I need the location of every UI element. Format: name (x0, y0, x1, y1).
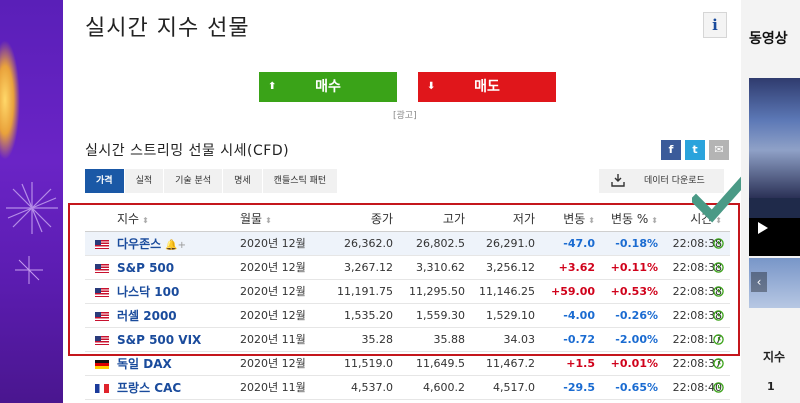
close-value: 35.28 (361, 333, 394, 346)
change-pct-value: +0.53% (610, 285, 658, 298)
clock-icon (713, 376, 727, 400)
futures-table: 지수 ⬍ 월물 ⬍ 종가 고가 저가 변동 ⬍ 변동 % ⬍ 시간 ⬍ 다우존스 🔔+ 20… (85, 207, 730, 400)
video-thumbnail[interactable] (749, 78, 800, 256)
instrument-name[interactable]: 프랑스 CAC (117, 376, 237, 400)
close-value: 26,362.0 (344, 237, 393, 250)
table-row[interactable]: 러셀 2000 2020년 12월 1,535.20 1,559.30 1,52… (85, 304, 730, 328)
contract-month: 2020년 12월 (240, 357, 306, 370)
tab-price[interactable]: 가격 (85, 169, 124, 193)
instrument-name[interactable]: S&P 500 (117, 256, 237, 280)
tab-specs[interactable]: 명세 (223, 169, 262, 193)
change-pct-value: -0.26% (615, 309, 658, 322)
download-icon (611, 174, 625, 187)
tab-bar: 가격 실적 기술 분석 명세 캔들스틱 패턴 (85, 169, 338, 193)
clock-icon (713, 304, 727, 328)
table-header: 지수 ⬍ 월물 ⬍ 종가 고가 저가 변동 ⬍ 변동 % ⬍ 시간 ⬍ (85, 207, 730, 232)
close-value: 1,535.20 (344, 309, 393, 322)
change-pct-value: -0.18% (615, 237, 658, 250)
right-sidebar: 동영상 ‹ 지수 1 (741, 0, 800, 403)
close-value: 4,537.0 (351, 381, 393, 394)
high-value: 1,559.30 (416, 309, 465, 322)
clock-icon (713, 280, 727, 304)
left-ad-banner[interactable] (0, 0, 63, 403)
clock-icon (713, 256, 727, 280)
close-value: 3,267.12 (344, 261, 393, 274)
high-value: 11,295.50 (409, 285, 465, 298)
contract-month: 2020년 12월 (240, 237, 306, 250)
sell-button-label: 매도 (474, 79, 500, 95)
contract-month: 2020년 11월 (240, 381, 306, 394)
change-pct-value: +0.01% (610, 357, 658, 370)
instrument-name[interactable]: 독일 DAX (117, 352, 237, 376)
header-change-pct[interactable]: 변동 % ⬍ (585, 207, 658, 231)
close-value: 11,519.0 (344, 357, 393, 370)
change-pct-value: -2.00% (615, 333, 658, 346)
ad-label: [광고] (393, 111, 417, 121)
header-name[interactable]: 지수 ⬍ (117, 207, 237, 231)
info-button[interactable]: i (703, 12, 727, 38)
instrument-name[interactable]: S&P 500 VIX (117, 328, 237, 352)
facebook-share-button[interactable]: f (661, 140, 681, 160)
clock-icon (713, 232, 727, 256)
us-flag-icon (95, 280, 111, 304)
sparkle-icon (15, 256, 43, 284)
high-value: 4,600.2 (423, 381, 465, 394)
us-flag-icon (95, 328, 111, 352)
video-thumbnail-2[interactable]: ‹ (749, 258, 800, 308)
clock-icon (713, 352, 727, 376)
high-value: 26,802.5 (416, 237, 465, 250)
table-row[interactable]: 독일 DAX 2020년 12월 11,519.0 11,649.5 11,46… (85, 352, 730, 376)
germany-flag-icon (95, 352, 111, 376)
instrument-name[interactable]: 나스닥 100 (117, 280, 237, 304)
contract-month: 2020년 12월 (240, 261, 306, 274)
alert-bell-icon[interactable]: 🔔+ (165, 240, 186, 251)
banner-glow (0, 40, 20, 160)
firework-icon (6, 182, 58, 234)
sidebar-rank: 1 (767, 380, 775, 393)
high-value: 35.88 (433, 333, 466, 346)
table-row[interactable]: 다우존스 🔔+ 2020년 12월 26,362.0 26,802.5 26,29… (85, 232, 730, 256)
tab-technical[interactable]: 기술 분석 (164, 169, 223, 193)
high-value: 11,649.5 (416, 357, 465, 370)
close-value: 11,191.75 (337, 285, 393, 298)
change-pct-value: -0.65% (615, 381, 658, 394)
section-title: 실시간 스트리밍 선물 시세(CFD) (85, 143, 290, 159)
video-section-title: 동영상 (749, 31, 788, 47)
header-close[interactable]: 종가 (323, 207, 393, 231)
tab-candlestick[interactable]: 캔들스틱 패턴 (262, 169, 338, 193)
table-row[interactable]: 나스닥 100 2020년 12월 11,191.75 11,295.50 11… (85, 280, 730, 304)
sell-button[interactable]: ⬇ 매도 (418, 72, 556, 102)
france-flag-icon (95, 376, 111, 400)
sidebar-index-label: 지수 (763, 350, 786, 364)
contract-month: 2020년 12월 (240, 285, 306, 298)
high-value: 3,310.62 (416, 261, 465, 274)
checkmark-icon (692, 174, 748, 223)
instrument-name[interactable]: 다우존스 🔔+ (117, 232, 237, 256)
twitter-share-button[interactable]: t (685, 140, 705, 160)
contract-month: 2020년 11월 (240, 333, 306, 346)
play-icon[interactable] (757, 221, 769, 235)
video-frame (749, 78, 800, 198)
tab-performance[interactable]: 실적 (124, 169, 164, 193)
header-month[interactable]: 월물 ⬍ (240, 207, 320, 231)
table-row[interactable]: S&P 500 VIX 2020년 11월 35.28 35.88 34.03 … (85, 328, 730, 352)
table-row[interactable]: 프랑스 CAC 2020년 11월 4,537.0 4,600.2 4,517.… (85, 376, 730, 400)
header-high[interactable]: 고가 (395, 207, 465, 231)
carousel-prev-icon[interactable]: ‹ (751, 272, 767, 292)
buy-button-label: 매수 (315, 79, 341, 95)
instrument-name[interactable]: 러셀 2000 (117, 304, 237, 328)
change-pct-value: +0.11% (610, 261, 658, 274)
email-share-button[interactable]: ✉ (709, 140, 729, 160)
contract-month: 2020년 12월 (240, 309, 306, 322)
us-flag-icon (95, 304, 111, 328)
table-row[interactable]: S&P 500 2020년 12월 3,267.12 3,310.62 3,25… (85, 256, 730, 280)
us-flag-icon (95, 232, 111, 256)
main-content: 실시간 지수 선물 i ⬆ 매수 ⬇ 매도 [광고] 실시간 스트리밍 선물 시… (63, 0, 741, 403)
page-title: 실시간 지수 선물 (85, 16, 250, 41)
us-flag-icon (95, 256, 111, 280)
clock-icon (713, 328, 727, 352)
buy-button[interactable]: ⬆ 매수 (259, 72, 397, 102)
